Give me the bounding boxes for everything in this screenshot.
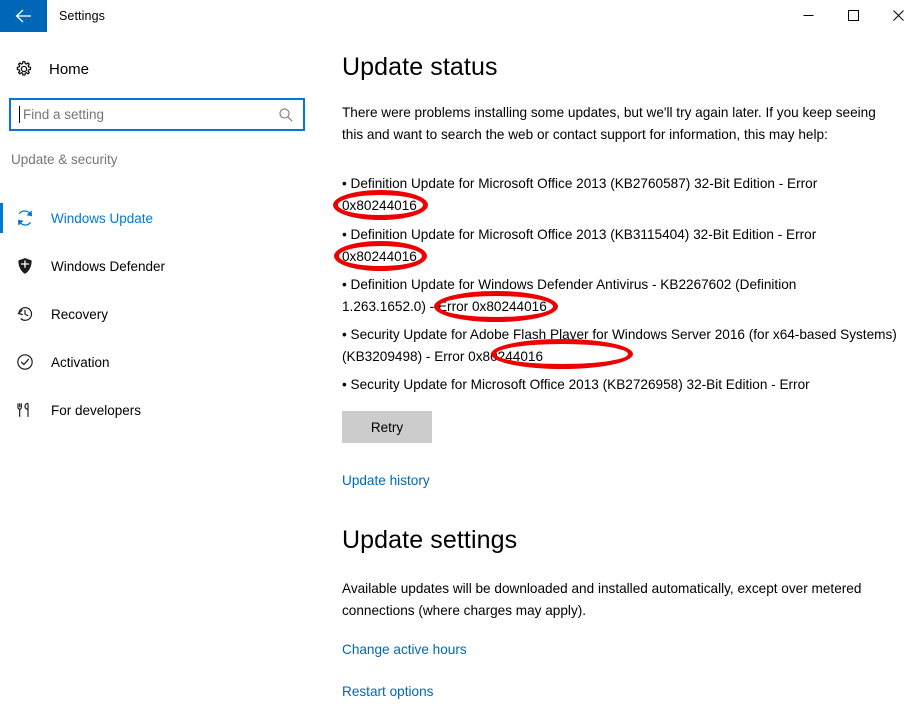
minimize-button[interactable]: [786, 0, 831, 32]
minimize-icon: [803, 9, 814, 24]
sidebar-category-label: Update & security: [11, 152, 118, 167]
update-error-item: • Definition Update for Microsoft Office…: [342, 176, 818, 213]
sidebar-item-recovery[interactable]: Recovery: [0, 290, 320, 338]
update-error-item: • Security Update for Adobe Flash Player…: [342, 327, 897, 364]
gear-icon: [13, 58, 35, 80]
sidebar-home-label: Home: [49, 60, 90, 78]
close-button[interactable]: [876, 0, 921, 32]
selection-indicator: [0, 395, 3, 425]
search-box[interactable]: [9, 98, 305, 131]
sidebar-item-label: Windows Update: [51, 210, 154, 226]
sidebar-item-home[interactable]: Home: [0, 51, 320, 87]
update-error-item: • Definition Update for Microsoft Office…: [342, 227, 817, 264]
update-status-title: Update status: [342, 53, 498, 81]
refresh-icon: [13, 206, 37, 230]
update-error-item: • Definition Update for Windows Defender…: [342, 277, 797, 314]
maximize-button[interactable]: [831, 0, 876, 32]
close-icon: [893, 9, 904, 24]
shield-icon: [13, 254, 37, 278]
retry-button[interactable]: Retry: [342, 411, 432, 443]
update-error-item: • Security Update for Microsoft Office 2…: [342, 377, 810, 392]
sidebar-nav-list: Windows Update Windows Defender Recovery…: [0, 194, 320, 434]
update-settings-description: Available updates will be downloaded and…: [342, 581, 862, 618]
selection-indicator: [0, 347, 3, 377]
sidebar-item-label: Windows Defender: [51, 258, 166, 274]
update-history-link[interactable]: Update history: [342, 473, 430, 488]
tools-icon: [13, 398, 37, 422]
change-active-hours-link[interactable]: Change active hours: [342, 642, 467, 657]
app-title: Settings: [59, 9, 105, 23]
sidebar-item-activation[interactable]: Activation: [0, 338, 320, 386]
checkmark-circle-icon: [13, 350, 37, 374]
sidebar-item-label: For developers: [51, 402, 142, 418]
history-icon: [13, 302, 37, 326]
back-arrow-icon: [14, 8, 34, 24]
sidebar-item-label: Activation: [51, 354, 110, 370]
restart-options-link[interactable]: Restart options: [342, 684, 433, 699]
selection-indicator: [0, 299, 3, 329]
selection-indicator: [0, 203, 3, 233]
sidebar-item-windows-defender[interactable]: Windows Defender: [0, 242, 320, 290]
sidebar-item-label: Recovery: [51, 306, 109, 322]
window-controls: [786, 0, 921, 32]
sidebar-item-windows-update[interactable]: Windows Update: [0, 194, 320, 242]
main-content: Update status There were problems instal…: [320, 32, 921, 720]
search-icon[interactable]: [273, 107, 299, 123]
back-button[interactable]: [0, 0, 47, 32]
sidebar: Home Update & security: [0, 32, 320, 720]
update-status-description: There were problems installing some upda…: [342, 105, 876, 142]
update-settings-title: Update settings: [342, 526, 518, 554]
title-bar: Settings: [0, 0, 921, 32]
search-input[interactable]: [20, 106, 273, 123]
selection-indicator: [0, 251, 3, 281]
maximize-icon: [848, 9, 859, 24]
sidebar-item-for-developers[interactable]: For developers: [0, 386, 320, 434]
